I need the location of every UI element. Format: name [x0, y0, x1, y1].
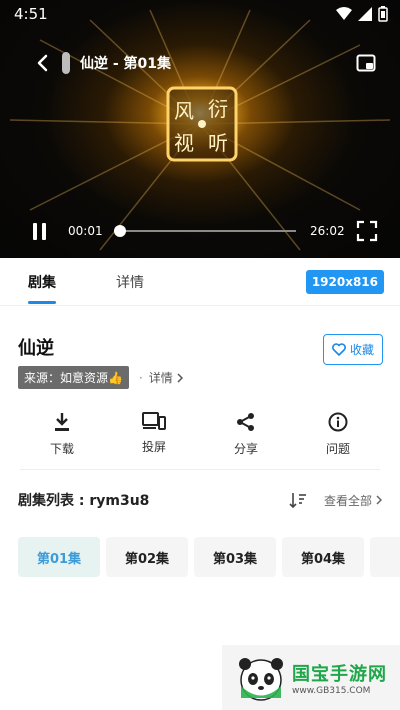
seek-bar[interactable] [114, 221, 296, 241]
details-link[interactable]: 详情 [149, 369, 183, 386]
separator-dot: · [138, 370, 143, 385]
lock-toggle[interactable] [62, 52, 70, 74]
video-logo: 风 衍 视 听 [166, 86, 238, 162]
episode-chip[interactable]: 第02集 [106, 537, 188, 577]
player-top-bar: 仙逆 - 第01集 [0, 48, 400, 78]
details-link-label: 详情 [148, 371, 173, 385]
logo-char-1: 风 [174, 99, 194, 123]
cast-button[interactable]: 投屏 [112, 400, 196, 469]
tab-details[interactable]: 详情 [116, 258, 144, 306]
panda-logo-icon [239, 657, 283, 701]
logo-char-2: 衍 [208, 97, 228, 121]
info-icon [328, 412, 348, 432]
video-title: 仙逆 - 第01集 [80, 56, 172, 72]
favorite-button[interactable]: 收藏 [323, 334, 383, 365]
current-time: 00:01 [68, 224, 103, 238]
fullscreen-button[interactable] [356, 220, 378, 242]
download-icon [55, 413, 69, 431]
status-bar: 4:51 [0, 0, 400, 28]
watermark-brand: 国宝手游网 [292, 663, 387, 685]
seal-logo-icon: 风 衍 视 听 [166, 86, 238, 162]
video-player[interactable]: 4:51 仙逆 - 第01集 风 衍 视 听 00:01 26:02 [0, 0, 400, 258]
back-button[interactable] [32, 51, 52, 75]
fullscreen-icon [356, 220, 378, 242]
total-time: 26:02 [310, 224, 345, 238]
logo-char-4: 听 [208, 131, 228, 155]
battery-icon [378, 6, 388, 22]
chevron-left-icon [37, 54, 48, 72]
view-all-link[interactable]: 查看全部 [324, 492, 382, 509]
pip-button[interactable] [354, 51, 378, 75]
view-all-label: 查看全部 [323, 493, 372, 508]
episode-chip[interactable]: 第03集 [194, 537, 276, 577]
action-row: 下载 投屏 分享 问题 [20, 400, 380, 470]
seek-handle[interactable] [114, 225, 126, 237]
logo-char-3: 视 [174, 131, 194, 155]
wifi-icon [336, 7, 352, 20]
sort-icon[interactable] [288, 490, 308, 510]
report-button[interactable]: 问题 [296, 400, 380, 469]
status-icons [336, 6, 388, 22]
cast-label: 投屏 [141, 440, 166, 454]
episode-list-title: 剧集列表 : rym3u8 [18, 493, 150, 509]
show-title: 仙逆 [18, 338, 54, 359]
watermark-url: www.GB315.COM [292, 685, 371, 696]
episode-list-header: 剧集列表 : rym3u8 查看全部 [18, 488, 382, 512]
episode-chip-partial[interactable] [370, 537, 400, 577]
episode-row: 第01集 第02集 第03集 第04集 [18, 537, 400, 577]
status-time: 4:51 [14, 5, 48, 23]
picture-in-picture-icon [356, 54, 376, 72]
heart-icon [332, 343, 346, 356]
share-button[interactable]: 分享 [204, 400, 288, 469]
cast-icon [142, 412, 166, 430]
episode-chip[interactable]: 第04集 [282, 537, 364, 577]
tab-bar: 剧集 详情 1920x816 [0, 258, 400, 306]
watermark-text: 国宝手游网 www.GB315.COM [292, 660, 387, 696]
episode-chip[interactable]: 第01集 [18, 537, 100, 577]
share-label: 分享 [233, 442, 258, 456]
download-button[interactable]: 下载 [20, 400, 104, 469]
source-badge[interactable]: 来源：如意资源👍 [18, 366, 129, 389]
player-controls: 00:01 26:02 [0, 216, 400, 246]
signal-icon [358, 7, 372, 21]
seek-track [114, 230, 296, 232]
source-row: 来源：如意资源👍 · 详情 [18, 366, 183, 389]
site-watermark: 国宝手游网 www.GB315.COM [222, 645, 400, 710]
pause-icon [32, 222, 37, 240]
pause-icon-bar [41, 222, 46, 240]
resolution-badge: 1920x816 [305, 269, 384, 294]
chevron-right-icon [376, 495, 382, 505]
tab-episodes[interactable]: 剧集 [28, 258, 56, 306]
share-icon [237, 413, 254, 431]
report-label: 问题 [325, 442, 350, 456]
download-label: 下载 [49, 442, 74, 456]
favorite-label: 收藏 [349, 343, 374, 357]
pause-button[interactable] [28, 219, 50, 243]
chevron-right-icon [177, 372, 183, 383]
